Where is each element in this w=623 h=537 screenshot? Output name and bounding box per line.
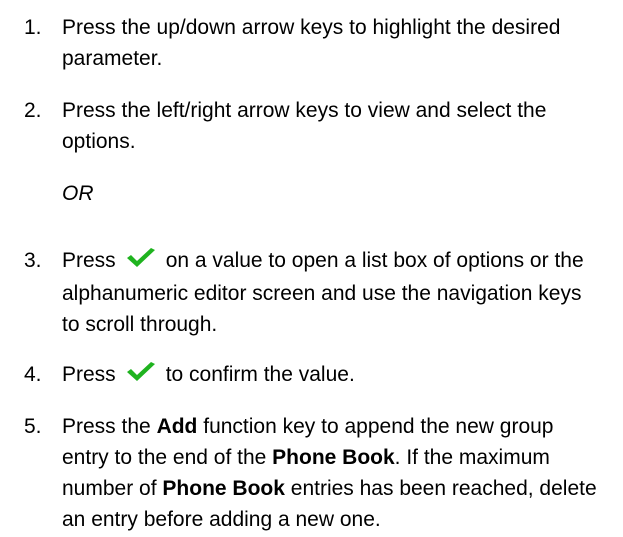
- phone-book-label: Phone Book: [162, 477, 285, 500]
- step-text: Press on a value to open a list box of op…: [62, 245, 602, 340]
- step-text: Press the left/right arrow keys to view …: [62, 99, 547, 153]
- step-number: 2.: [24, 99, 42, 122]
- step-text-prefix: Press: [62, 363, 116, 386]
- step-text-prefix: Press: [62, 249, 116, 272]
- step-text-suffix: to confirm the value.: [165, 363, 355, 386]
- step-number: 3.: [24, 249, 42, 272]
- phone-book-label: Phone Book: [272, 446, 395, 469]
- step-text: Press the Add function key to append the…: [62, 411, 602, 535]
- instruction-page: 1. Press the up/down arrow keys to highl…: [0, 0, 623, 537]
- step-number: 5.: [24, 415, 42, 438]
- step-text: Press to confirm the value.: [62, 359, 602, 392]
- step-number: 1.: [24, 16, 42, 39]
- step-text-part: Press the: [62, 415, 151, 438]
- add-key-label: Add: [156, 415, 198, 438]
- or-label: OR: [62, 182, 94, 205]
- check-icon: [125, 361, 157, 392]
- step-text: Press the up/down arrow keys to highligh…: [62, 16, 561, 70]
- check-icon: [125, 247, 157, 278]
- step-number: 4.: [24, 363, 42, 386]
